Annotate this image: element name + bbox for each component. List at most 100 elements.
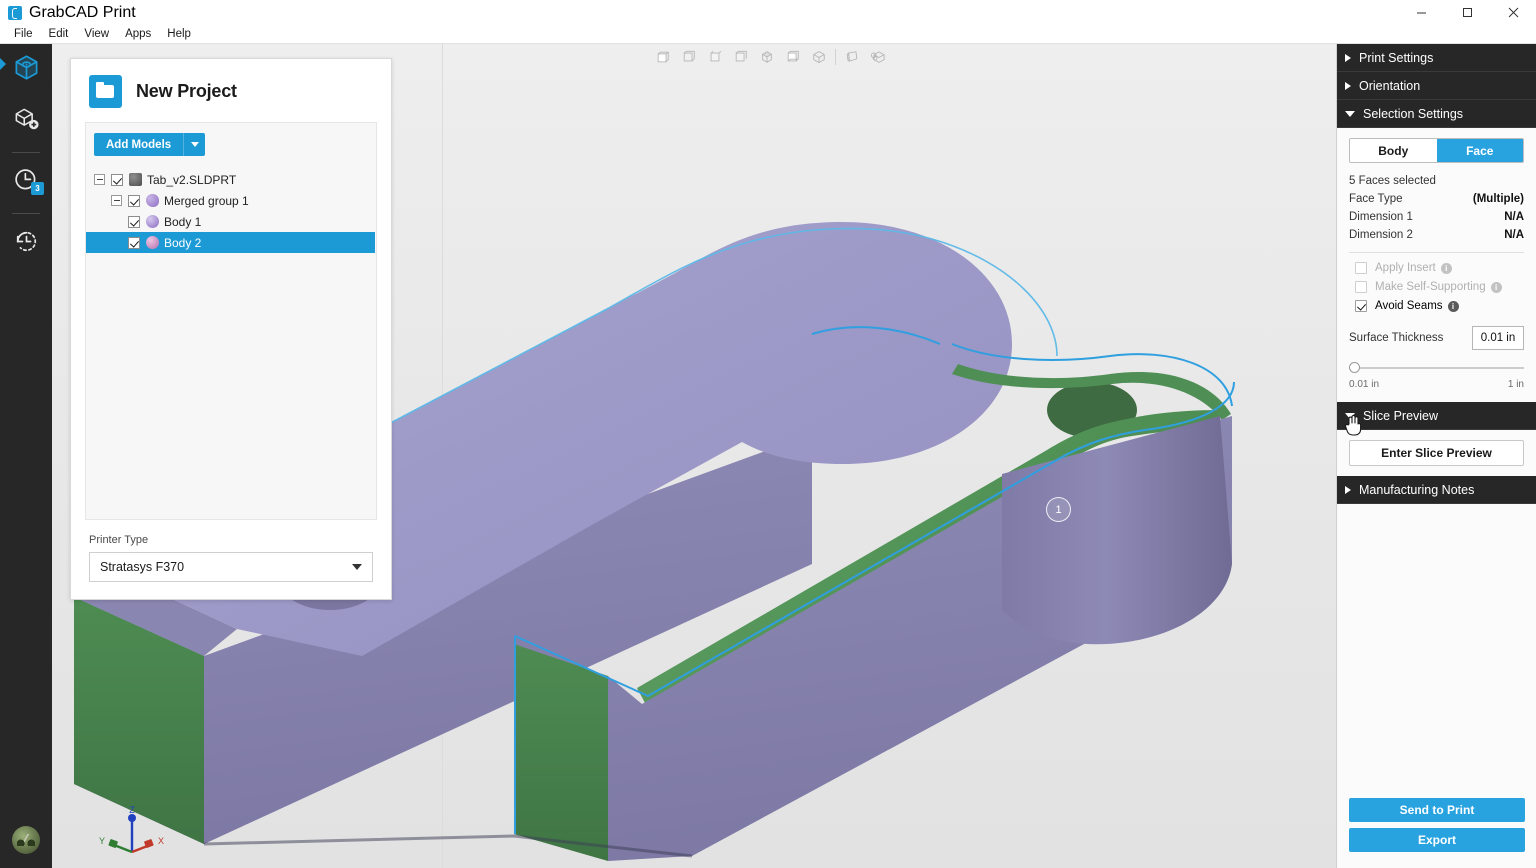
- info-icon[interactable]: i: [1491, 282, 1502, 293]
- merged-group-icon: [146, 194, 159, 207]
- section-title: Manufacturing Notes: [1359, 483, 1474, 497]
- toggle-body[interactable]: Body: [1350, 139, 1437, 162]
- slider-knob[interactable]: [1349, 362, 1360, 373]
- rail-item-print-queue[interactable]: 3: [0, 157, 52, 209]
- chevron-right-icon: [1345, 82, 1351, 90]
- add-models-button[interactable]: Add Models: [94, 133, 205, 156]
- checkbox-avoid-seams[interactable]: Avoid Seams i: [1355, 300, 1524, 312]
- tree-label: Merged group 1: [164, 194, 249, 208]
- property-key: Dimension 1: [1349, 211, 1413, 223]
- model-tree-container: Add Models Tab_v2.SLDPRT Merged group 1: [85, 122, 377, 520]
- checkbox-label: Apply Insert: [1375, 262, 1436, 274]
- surface-thickness-slider[interactable]: [1349, 362, 1524, 374]
- property-key: Dimension 2: [1349, 229, 1413, 241]
- printer-type-label: Printer Type: [89, 534, 373, 546]
- tree-checkbox[interactable]: [111, 174, 123, 186]
- menu-help[interactable]: Help: [159, 25, 199, 44]
- slider-track: [1349, 367, 1524, 369]
- section-title: Orientation: [1359, 79, 1420, 93]
- axis-label-y: Y: [99, 836, 105, 846]
- selection-settings-body: Body Face 5 Faces selected Face Type (Mu…: [1337, 128, 1536, 402]
- window-controls: [1398, 0, 1536, 25]
- section-header-selection-settings[interactable]: Selection Settings: [1337, 100, 1536, 128]
- face-callout-badge[interactable]: 1: [1046, 497, 1071, 522]
- checkbox-label: Make Self-Supporting: [1375, 281, 1486, 293]
- print-queue-badge: 3: [31, 182, 44, 195]
- section-header-print-settings[interactable]: Print Settings: [1337, 44, 1536, 72]
- chevron-right-icon: [1345, 486, 1351, 494]
- user-avatar[interactable]: [12, 826, 40, 854]
- grabcad-logo-icon: [8, 6, 22, 20]
- menu-bar: File Edit View Apps Help: [0, 25, 1536, 44]
- tree-row-body-1[interactable]: Body 1: [86, 211, 376, 232]
- property-face-type: Face Type (Multiple): [1349, 193, 1524, 205]
- divider: [1349, 252, 1524, 253]
- add-model-icon: [13, 106, 40, 138]
- model-tree: Tab_v2.SLDPRT Merged group 1 Body 1 Body…: [86, 169, 376, 253]
- section-header-manufacturing-notes[interactable]: Manufacturing Notes: [1337, 476, 1536, 504]
- close-icon[interactable]: [1490, 0, 1536, 25]
- property-key: Face Type: [1349, 193, 1403, 205]
- slider-max-label: 1 in: [1508, 379, 1524, 390]
- send-to-print-button[interactable]: Send to Print: [1349, 798, 1525, 822]
- settings-panel: Print Settings Orientation Selection Set…: [1336, 44, 1536, 868]
- title-bar: GrabCAD Print: [0, 0, 1536, 25]
- rail-item-model-view[interactable]: [0, 44, 52, 96]
- app-title: GrabCAD Print: [29, 4, 136, 22]
- menu-view[interactable]: View: [76, 25, 117, 44]
- rail-item-add-model[interactable]: [0, 96, 52, 148]
- slider-range-labels: 0.01 in 1 in: [1349, 379, 1524, 390]
- chevron-down-icon: [191, 142, 199, 147]
- chevron-right-icon: [1345, 54, 1351, 62]
- section-title: Selection Settings: [1363, 107, 1463, 121]
- minimize-icon[interactable]: [1398, 0, 1444, 25]
- add-models-dropdown-button[interactable]: [183, 133, 205, 156]
- menu-edit[interactable]: Edit: [41, 25, 77, 44]
- project-title[interactable]: New Project: [136, 81, 237, 102]
- checkbox-box[interactable]: [1355, 262, 1367, 274]
- body-icon: [146, 215, 159, 228]
- add-models-label[interactable]: Add Models: [94, 133, 183, 156]
- section-header-orientation[interactable]: Orientation: [1337, 72, 1536, 100]
- project-panel: New Project Add Models Tab_v2.SLDPRT Mer…: [70, 58, 392, 600]
- rail-divider: [12, 152, 40, 153]
- slider-min-label: 0.01 in: [1349, 379, 1379, 390]
- section-header-slice-preview[interactable]: Slice Preview: [1337, 402, 1536, 430]
- menu-apps[interactable]: Apps: [117, 25, 159, 44]
- printer-type-select[interactable]: Stratasys F370: [89, 552, 373, 582]
- maximize-icon[interactable]: [1444, 0, 1490, 25]
- menu-file[interactable]: File: [6, 25, 41, 44]
- surface-thickness-input[interactable]: 0.01 in: [1472, 326, 1524, 350]
- info-icon[interactable]: i: [1448, 301, 1459, 312]
- folder-icon: [89, 75, 122, 108]
- project-header: New Project: [71, 59, 391, 122]
- body-face-toggle: Body Face: [1349, 138, 1524, 163]
- checkbox-apply-insert[interactable]: Apply Insert i: [1355, 262, 1524, 274]
- rail-item-history[interactable]: [0, 218, 52, 270]
- tree-label: Body 1: [164, 215, 201, 229]
- surface-thickness-row: Surface Thickness 0.01 in: [1349, 326, 1524, 350]
- enter-slice-preview-button[interactable]: Enter Slice Preview: [1349, 440, 1524, 466]
- body-icon: [146, 236, 159, 249]
- printer-type-block: Printer Type Stratasys F370: [71, 520, 391, 582]
- checkbox-label: Avoid Seams: [1375, 300, 1443, 312]
- panel-actions: Send to Print Export: [1337, 798, 1536, 858]
- tree-row-part[interactable]: Tab_v2.SLDPRT: [86, 169, 376, 190]
- tree-checkbox[interactable]: [128, 195, 140, 207]
- callout-label: 1: [1055, 504, 1061, 516]
- checkbox-box[interactable]: [1355, 281, 1367, 293]
- expander-icon[interactable]: [111, 195, 122, 206]
- checkbox-box[interactable]: [1355, 300, 1367, 312]
- mouse-cursor-hand: [1344, 414, 1362, 436]
- tree-row-merged-group[interactable]: Merged group 1: [86, 190, 376, 211]
- checkbox-make-self-supporting[interactable]: Make Self-Supporting i: [1355, 281, 1524, 293]
- tree-row-body-2[interactable]: Body 2: [86, 232, 375, 253]
- tree-checkbox[interactable]: [128, 237, 140, 249]
- tree-checkbox[interactable]: [128, 216, 140, 228]
- info-icon[interactable]: i: [1441, 263, 1452, 274]
- export-button[interactable]: Export: [1349, 828, 1525, 852]
- expander-icon[interactable]: [94, 174, 105, 185]
- tree-label: Body 2: [164, 236, 201, 250]
- axis-gizmo[interactable]: Z X Y: [92, 802, 172, 860]
- toggle-face[interactable]: Face: [1437, 139, 1524, 162]
